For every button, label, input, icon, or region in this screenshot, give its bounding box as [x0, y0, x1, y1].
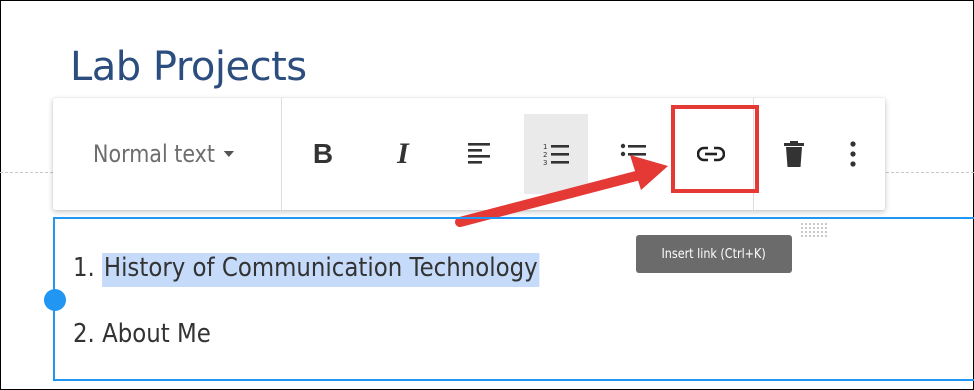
text-style-dropdown[interactable]: Normal text — [93, 136, 234, 172]
tooltip-text: Insert link (Ctrl+K) — [661, 246, 767, 262]
italic-button[interactable]: I — [371, 114, 435, 194]
drag-handle[interactable] — [800, 222, 828, 238]
page-title: Lab Projects — [70, 44, 307, 90]
bulleted-list-button[interactable] — [601, 114, 665, 194]
list-item-number: 1. — [73, 253, 95, 283]
delete-button[interactable] — [762, 114, 826, 194]
align-left-button[interactable] — [447, 114, 511, 194]
content-block[interactable]: 1. History of Communication Technology 2… — [53, 217, 974, 381]
link-button-highlight — [671, 105, 759, 193]
svg-text:3: 3 — [543, 159, 547, 166]
caret-down-icon — [223, 151, 234, 157]
list-item[interactable]: 1. History of Communication Technology — [73, 253, 540, 287]
numbered-list-icon: 1 2 3 — [543, 143, 569, 166]
more-options-button[interactable] — [821, 114, 885, 194]
selection-handle[interactable] — [44, 289, 66, 311]
bold-button[interactable]: B — [291, 114, 355, 194]
list-item-number: 2. — [73, 319, 95, 349]
selected-text[interactable]: History of Communication Technology — [102, 253, 540, 287]
insert-link-tooltip: Insert link (Ctrl+K) — [636, 235, 792, 273]
bulleted-list-icon — [620, 143, 646, 157]
toolbar-divider — [281, 98, 282, 210]
list-item[interactable]: 2. About Me — [73, 319, 211, 349]
svg-text:2: 2 — [543, 151, 547, 159]
svg-text:1: 1 — [543, 143, 547, 151]
list-item-text[interactable]: About Me — [102, 319, 211, 349]
numbered-list-button[interactable]: 1 2 3 — [524, 114, 588, 194]
trash-icon — [784, 141, 804, 167]
bold-icon: B — [312, 138, 334, 169]
text-format-toolbar: Normal text B I 1 2 3 — [53, 98, 885, 210]
italic-icon: I — [397, 137, 409, 170]
align-left-icon — [468, 143, 490, 164]
more-vert-icon — [850, 141, 856, 167]
text-style-label: Normal text — [93, 140, 215, 168]
